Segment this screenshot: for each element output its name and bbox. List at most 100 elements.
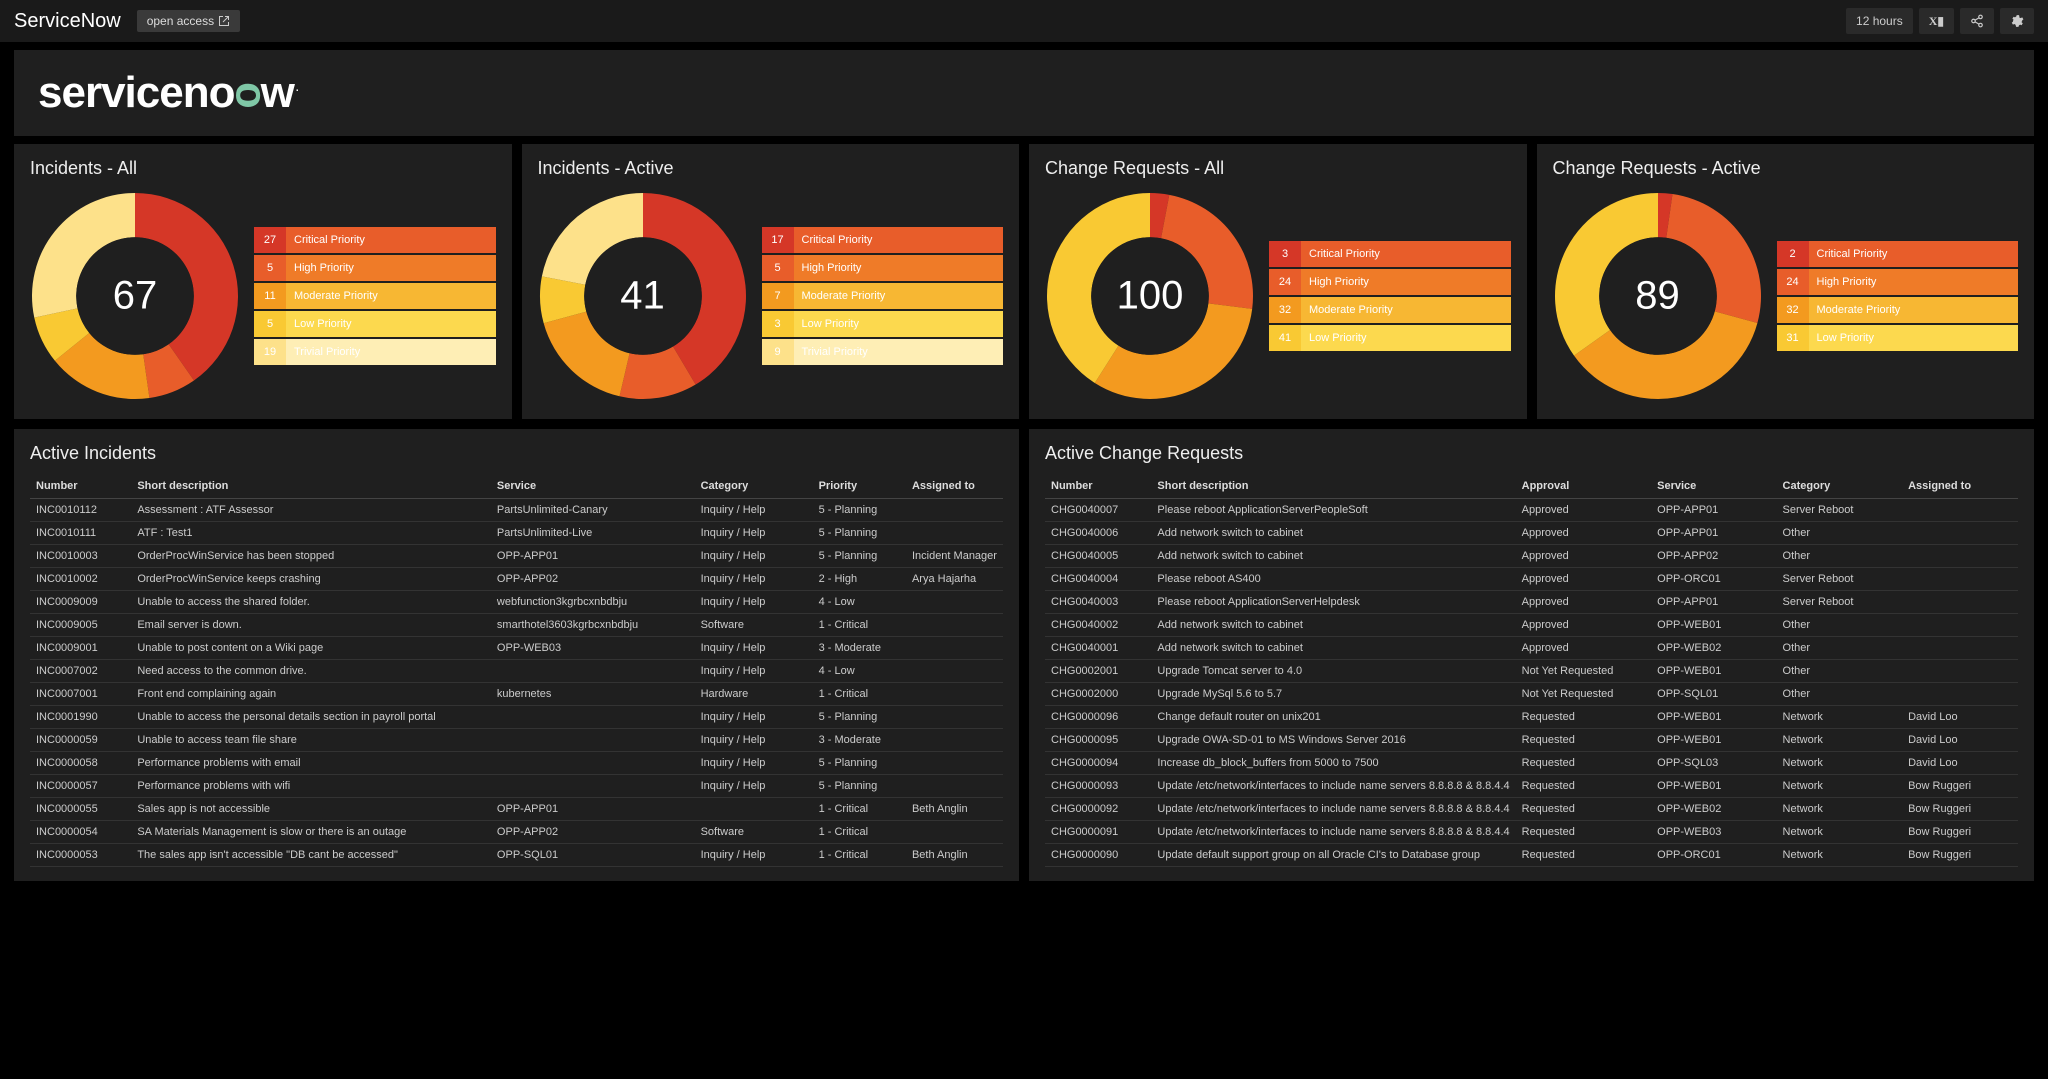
table-header[interactable]: Number [30,474,131,499]
chart-body: 89 2Critical Priority24High Priority32Mod… [1553,191,2019,401]
legend-item[interactable]: 19Trivial Priority [254,339,496,365]
chart-body: 100 3Critical Priority24High Priority32Mo… [1045,191,1511,401]
table-cell [1902,614,2018,637]
table-cell [906,591,1003,614]
chart-title: Change Requests - Active [1553,158,2019,179]
table-row[interactable]: CHG0002001Upgrade Tomcat server to 4.0No… [1045,660,2018,683]
table-row[interactable]: INC0000054SA Materials Management is slo… [30,821,1003,844]
legend-value: 17 [762,227,794,253]
table-row[interactable]: CHG0040007Please reboot ApplicationServe… [1045,499,2018,522]
table-row[interactable]: CHG0000094Increase db_block_buffers from… [1045,752,2018,775]
active-changes-table: NumberShort descriptionApprovalServiceCa… [1045,474,2018,867]
table-row[interactable]: CHG0040005Add network switch to cabinetA… [1045,545,2018,568]
table-header[interactable]: Short description [1151,474,1515,499]
table-row[interactable]: INC0000058Performance problems with emai… [30,752,1003,775]
legend-item[interactable]: 5High Priority [254,255,496,281]
table-cell: Performance problems with email [131,752,491,775]
donut-chart[interactable]: 100 [1045,191,1255,401]
table-cell: OPP-SQL01 [491,844,695,867]
table-row[interactable]: CHG0040004Please reboot AS400ApprovedOPP… [1045,568,2018,591]
table-cell: CHG0000096 [1045,706,1151,729]
table-row[interactable]: CHG0040001Add network switch to cabinetA… [1045,637,2018,660]
table-cell: CHG0000093 [1045,775,1151,798]
table-header[interactable]: Category [695,474,813,499]
table-row[interactable]: INC0000053The sales app isn't accessible… [30,844,1003,867]
table-header[interactable]: Service [1651,474,1776,499]
table-header[interactable]: Number [1045,474,1151,499]
table-cell: INC0007002 [30,660,131,683]
active-changes-title: Active Change Requests [1045,443,2018,464]
table-cell: Arya Hajarha [906,568,1003,591]
export-excel-button[interactable]: X▮ [1919,8,1954,34]
table-row[interactable]: INC0010112Assessment : ATF AssessorParts… [30,499,1003,522]
table-row[interactable]: CHG0000095Upgrade OWA-SD-01 to MS Window… [1045,729,2018,752]
table-cell: Update /etc/network/interfaces to includ… [1151,798,1515,821]
table-cell [1902,660,2018,683]
table-row[interactable]: CHG0040006Add network switch to cabinetA… [1045,522,2018,545]
table-row[interactable]: INC0001990Unable to access the personal … [30,706,1003,729]
table-row[interactable]: INC0007001Front end complaining againkub… [30,683,1003,706]
legend-item[interactable]: 32Moderate Priority [1269,297,1511,323]
legend-item[interactable]: 2Critical Priority [1777,241,2019,267]
table-row[interactable]: CHG0040002Add network switch to cabinetA… [1045,614,2018,637]
legend-item[interactable]: 3Critical Priority [1269,241,1511,267]
table-row[interactable]: CHG0000091Update /etc/network/interfaces… [1045,821,2018,844]
donut-chart[interactable]: 67 [30,191,240,401]
table-row[interactable]: CHG0000092Update /etc/network/interfaces… [1045,798,2018,821]
donut-center-value: 100 [1117,274,1184,319]
table-cell: INC0010112 [30,499,131,522]
donut-chart[interactable]: 41 [538,191,748,401]
table-row[interactable]: CHG0002000Upgrade MySql 5.6 to 5.7Not Ye… [1045,683,2018,706]
legend-item[interactable]: 7Moderate Priority [762,283,1004,309]
table-header[interactable]: Service [491,474,695,499]
donut-chart[interactable]: 89 [1553,191,1763,401]
table-header[interactable]: Priority [813,474,906,499]
table-cell: OPP-APP01 [491,545,695,568]
legend-item[interactable]: 5Low Priority [254,311,496,337]
table-row[interactable]: INC0010111ATF : Test1PartsUnlimited-Live… [30,522,1003,545]
settings-button[interactable] [2000,8,2034,34]
table-header[interactable]: Assigned to [906,474,1003,499]
table-cell: Incident Manager [906,545,1003,568]
table-cell: kubernetes [491,683,695,706]
legend-item[interactable]: 11Moderate Priority [254,283,496,309]
table-header[interactable]: Approval [1516,474,1652,499]
table-row[interactable]: INC0000059Unable to access team file sha… [30,729,1003,752]
table-row[interactable]: INC0009001Unable to post content on a Wi… [30,637,1003,660]
time-range-dropdown[interactable]: 12 hours [1846,8,1913,34]
table-row[interactable]: INC0010003OrderProcWinService has been s… [30,545,1003,568]
table-cell: Update /etc/network/interfaces to includ… [1151,775,1515,798]
table-cell: CHG0002000 [1045,683,1151,706]
table-cell: INC0007001 [30,683,131,706]
table-header[interactable]: Category [1777,474,1903,499]
table-row[interactable]: INC0010002OrderProcWinService keeps cras… [30,568,1003,591]
legend-item[interactable]: 31Low Priority [1777,325,2019,351]
legend-label: Moderate Priority [1301,297,1511,323]
table-row[interactable]: CHG0000090Update default support group o… [1045,844,2018,867]
table-row[interactable]: CHG0000096Change default router on unix2… [1045,706,2018,729]
legend-item[interactable]: 24High Priority [1269,269,1511,295]
table-row[interactable]: CHG0000093Update /etc/network/interfaces… [1045,775,2018,798]
legend-item[interactable]: 24High Priority [1777,269,2019,295]
table-row[interactable]: INC0009005Email server is down.smarthote… [30,614,1003,637]
table-row[interactable]: INC0007002Need access to the common driv… [30,660,1003,683]
open-access-button[interactable]: open access [137,10,240,32]
table-row[interactable]: INC0000055Sales app is not accessibleOPP… [30,798,1003,821]
table-row[interactable]: CHG0040003Please reboot ApplicationServe… [1045,591,2018,614]
legend-item[interactable]: 32Moderate Priority [1777,297,2019,323]
legend-item[interactable]: 27Critical Priority [254,227,496,253]
table-row[interactable]: INC0009009Unable to access the shared fo… [30,591,1003,614]
table-cell: Server Reboot [1777,568,1903,591]
table-cell: Assessment : ATF Assessor [131,499,491,522]
legend-item[interactable]: 17Critical Priority [762,227,1004,253]
legend-item[interactable]: 3Low Priority [762,311,1004,337]
legend-item[interactable]: 9Trivial Priority [762,339,1004,365]
legend-value: 24 [1269,269,1301,295]
legend-item[interactable]: 5High Priority [762,255,1004,281]
table-cell: David Loo [1902,729,2018,752]
table-row[interactable]: INC0000057Performance problems with wifi… [30,775,1003,798]
share-button[interactable] [1960,8,1994,34]
table-header[interactable]: Short description [131,474,491,499]
legend-item[interactable]: 41Low Priority [1269,325,1511,351]
table-header[interactable]: Assigned to [1902,474,2018,499]
